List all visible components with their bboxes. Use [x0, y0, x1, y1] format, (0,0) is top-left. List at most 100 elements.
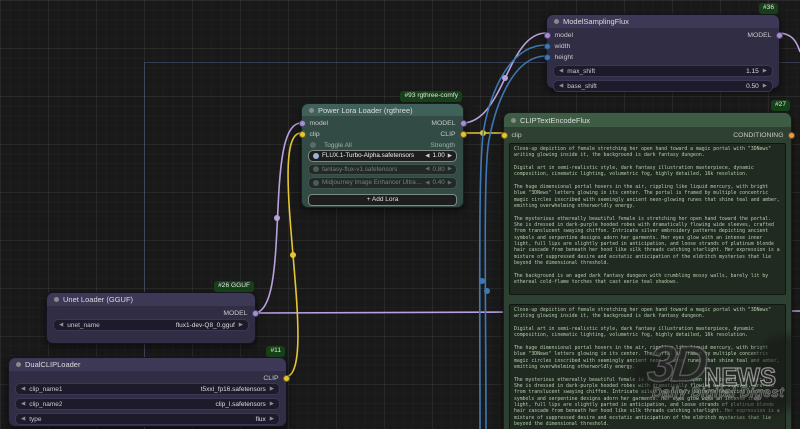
increment-arrow-icon[interactable]: ▶: [448, 180, 452, 186]
node-title-bar[interactable]: Unet Loader (GGUF): [47, 293, 255, 306]
collapse-dot-icon[interactable]: [511, 118, 516, 123]
prev-option-arrow-icon[interactable]: ◀: [21, 386, 25, 392]
increment-arrow-icon[interactable]: ▶: [763, 68, 767, 74]
lora-toggle-off[interactable]: [313, 166, 319, 172]
next-option-arrow-icon[interactable]: ▶: [270, 416, 274, 422]
node-model-sampling-flux[interactable]: ModelSamplingFlux model MODEL width heig…: [546, 14, 780, 89]
node-canvas[interactable]: #36 ModelSamplingFlux model MODEL width …: [0, 0, 800, 429]
input-port-width[interactable]: [544, 43, 551, 50]
node-title-bar[interactable]: Power Lora Loader (rgthree): [302, 104, 463, 116]
add-lora-button[interactable]: + Add Lora: [308, 194, 457, 206]
node-power-lora-loader[interactable]: Power Lora Loader (rgthree) model MODEL …: [301, 103, 464, 208]
node-dual-clip-loader[interactable]: DualCLIPLoader CLIP ◀ clip_name1 t5xxl_f…: [8, 357, 287, 427]
lora-strength: 0.40: [433, 179, 445, 186]
output-port-model[interactable]: [776, 32, 783, 39]
decrement-arrow-icon[interactable]: ◀: [559, 68, 563, 74]
node-unet-loader-gguf[interactable]: Unet Loader (GGUF) MODEL ◀ unet_name flu…: [46, 292, 256, 344]
input-label: width: [555, 43, 571, 50]
lora-strength: 1.00: [433, 152, 445, 159]
widget-name: base_shift: [567, 83, 597, 90]
collapse-dot-icon[interactable]: [554, 19, 559, 24]
widget-type[interactable]: ◀ type flux ▶: [15, 413, 280, 425]
prev-option-arrow-icon[interactable]: ◀: [21, 401, 25, 407]
decrement-arrow-icon[interactable]: ◀: [559, 83, 563, 89]
widget-value: flux1-dev-Q8_0.gguf: [176, 322, 235, 329]
widget-clip-name2[interactable]: ◀ clip_name2 clip_l.safetensors ▶: [15, 398, 280, 410]
node-title-bar[interactable]: ModelSamplingFlux: [547, 15, 779, 28]
output-port-conditioning[interactable]: [788, 132, 795, 139]
input-label: height: [555, 54, 574, 61]
increment-arrow-icon[interactable]: ▶: [448, 153, 452, 159]
output-port-clip[interactable]: [460, 131, 467, 138]
input-label: model: [555, 32, 574, 39]
lora-strength: 0.80: [433, 166, 445, 173]
next-option-arrow-icon[interactable]: ▶: [239, 322, 243, 328]
output-label: MODEL: [223, 310, 247, 317]
node-badge-lora: #93 rgthree-comfy: [400, 91, 462, 102]
node-title-bar[interactable]: CLIPTextEncodeFlux: [504, 113, 791, 127]
decrement-arrow-icon[interactable]: ◀: [425, 166, 429, 172]
input-label: model: [310, 120, 329, 127]
input-port-model[interactable]: [299, 120, 306, 127]
widget-name: max_shift: [567, 68, 595, 75]
output-port-model[interactable]: [252, 310, 259, 317]
increment-arrow-icon[interactable]: ▶: [763, 83, 767, 89]
widget-clip-name1[interactable]: ◀ clip_name1 t5xxl_fp16.safetensors ▶: [15, 383, 280, 395]
output-label: MODEL: [747, 32, 771, 39]
lora-name: Midjourney Image Enhancer Ultra.safetens…: [322, 179, 422, 186]
output-label: CLIP: [263, 375, 278, 382]
lora-row[interactable]: FLUX.1-Turbo-Alpha.safetensors ◀ 1.00 ▶: [308, 150, 457, 162]
next-option-arrow-icon[interactable]: ▶: [270, 401, 274, 407]
node-badge-unet: #26 GGUF: [214, 281, 254, 292]
clip-l-prompt-textarea[interactable]: Close-up depiction of female stretching …: [509, 143, 786, 295]
widget-unet-name[interactable]: ◀ unet_name flux1-dev-Q8_0.gguf ▶: [53, 319, 249, 331]
lora-row[interactable]: fantasy-flux-v1.safetensors ◀ 0.80 ▶: [308, 164, 457, 176]
node-badge-clip-encode: #27: [771, 100, 790, 111]
widget-value: 0.50: [746, 83, 759, 90]
input-port-clip[interactable]: [299, 131, 306, 138]
output-port-clip[interactable]: [283, 375, 290, 382]
node-badge-dualclip: #11: [266, 346, 285, 357]
lora-toggle-off[interactable]: [313, 180, 319, 186]
collapse-dot-icon[interactable]: [16, 362, 21, 367]
widget-value: clip_l.safetensors: [216, 401, 266, 408]
input-label: clip: [310, 131, 320, 138]
widget-value: flux: [256, 416, 266, 423]
widget-base-shift[interactable]: ◀ base_shift 0.50 ▶: [553, 80, 773, 92]
output-port-model[interactable]: [460, 120, 467, 127]
widget-value: 1.15: [746, 68, 759, 75]
lora-name: FLUX.1-Turbo-Alpha.safetensors: [322, 152, 422, 159]
input-port-clip[interactable]: [501, 132, 508, 139]
t5xxl-prompt-textarea[interactable]: Close-up depiction of female stretching …: [509, 304, 786, 429]
lora-toggle-on[interactable]: [313, 153, 319, 159]
toggle-all-switch[interactable]: [310, 142, 316, 148]
widget-name: clip_name2: [29, 401, 62, 408]
decrement-arrow-icon[interactable]: ◀: [425, 153, 429, 159]
node-title: Unet Loader (GGUF): [63, 295, 133, 304]
lora-row[interactable]: Midjourney Image Enhancer Ultra.safetens…: [308, 177, 457, 189]
input-label: clip: [512, 132, 522, 139]
node-badge-msf: #36: [759, 3, 778, 14]
input-port-model[interactable]: [544, 32, 551, 39]
prev-option-arrow-icon[interactable]: ◀: [21, 416, 25, 422]
output-label: MODEL: [431, 120, 455, 127]
output-label: CONDITIONING: [733, 132, 783, 139]
widget-value: t5xxl_fp16.safetensors: [201, 386, 266, 393]
output-label: CLIP: [440, 131, 455, 138]
node-title: CLIPTextEncodeFlux: [520, 116, 590, 125]
increment-arrow-icon[interactable]: ▶: [448, 166, 452, 172]
lora-name: fantasy-flux-v1.safetensors: [322, 166, 422, 173]
node-clip-text-encode-flux[interactable]: CLIPTextEncodeFlux clip CONDITIONING Clo…: [503, 112, 792, 429]
prev-option-arrow-icon[interactable]: ◀: [59, 322, 63, 328]
decrement-arrow-icon[interactable]: ◀: [425, 180, 429, 186]
input-port-height[interactable]: [544, 54, 551, 61]
node-title-bar[interactable]: DualCLIPLoader: [9, 358, 286, 371]
collapse-dot-icon[interactable]: [54, 297, 59, 302]
widget-max-shift[interactable]: ◀ max_shift 1.15 ▶: [553, 65, 773, 77]
strength-header: Strength: [430, 142, 455, 149]
node-title: Power Lora Loader (rgthree): [318, 106, 413, 115]
node-title: ModelSamplingFlux: [563, 17, 629, 26]
next-option-arrow-icon[interactable]: ▶: [270, 386, 274, 392]
collapse-dot-icon[interactable]: [309, 108, 314, 113]
widget-name: clip_name1: [29, 386, 62, 393]
